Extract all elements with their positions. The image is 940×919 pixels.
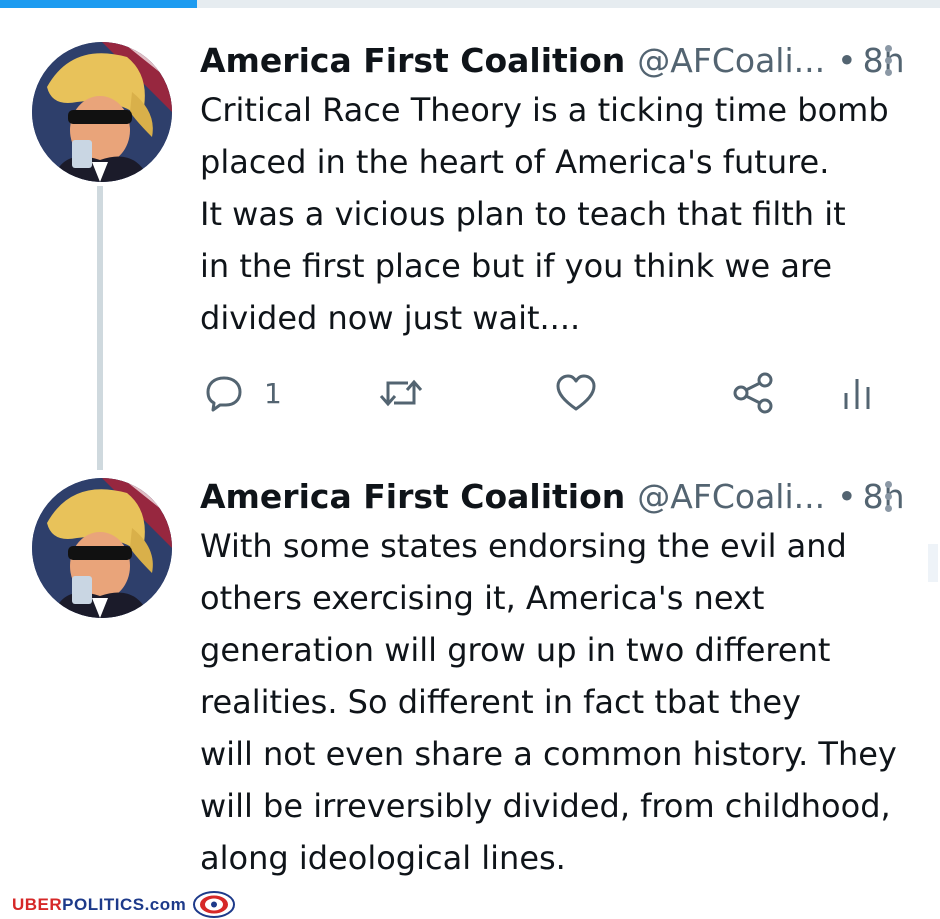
author-name[interactable]: America First Coalition (200, 41, 625, 80)
tweet-text: With some states endorsing the evil and … (200, 527, 897, 877)
author-handle[interactable]: @AFCoali... (637, 41, 825, 80)
thread-connector-line (97, 186, 103, 470)
more-options-icon[interactable] (878, 38, 898, 82)
share-button[interactable] (732, 368, 774, 418)
tweet-2[interactable]: America First Coalition @AFCoali... • 8h… (0, 470, 940, 890)
brand-uber-text: UBER (12, 895, 63, 914)
reply-button[interactable]: 1 (204, 368, 282, 418)
separator-dot: • (837, 476, 857, 516)
scroll-edge-indicator (928, 544, 938, 582)
avatar[interactable] (32, 478, 172, 618)
retweet-icon (379, 379, 423, 407)
avatar[interactable] (32, 42, 172, 182)
avatar-image (32, 42, 172, 182)
brand-com-text: .com (144, 895, 187, 914)
tweet-text: Critical Race Theory is a ticking time b… (200, 91, 889, 337)
reply-icon (206, 376, 242, 412)
heart-icon (556, 374, 596, 411)
tweet-1[interactable]: America First Coalition @AFCoali... • 8h… (0, 0, 940, 470)
more-options-icon[interactable] (878, 474, 898, 518)
tweet-header: America First Coalition @AFCoali... • 8h (200, 474, 905, 518)
author-handle[interactable]: @AFCoali... (637, 477, 825, 516)
tweet-header: America First Coalition @AFCoali... • 8h (200, 38, 905, 82)
site-watermark: UBERPOLITICS.com (12, 895, 186, 915)
site-logo-icon (193, 891, 235, 918)
reply-count: 1 (264, 376, 282, 410)
watermark-footer: UBERPOLITICS.com (0, 890, 940, 919)
author-name[interactable]: America First Coalition (200, 477, 625, 516)
analytics-button[interactable] (842, 368, 872, 418)
analytics-icon (844, 379, 870, 409)
like-button[interactable] (555, 368, 597, 418)
tweet-actions: 1 (200, 368, 890, 418)
avatar-image (32, 478, 172, 618)
share-icon (733, 372, 773, 414)
separator-dot: • (837, 40, 857, 80)
retweet-button[interactable] (378, 368, 424, 418)
brand-politics-text: POLITICS (62, 895, 145, 914)
